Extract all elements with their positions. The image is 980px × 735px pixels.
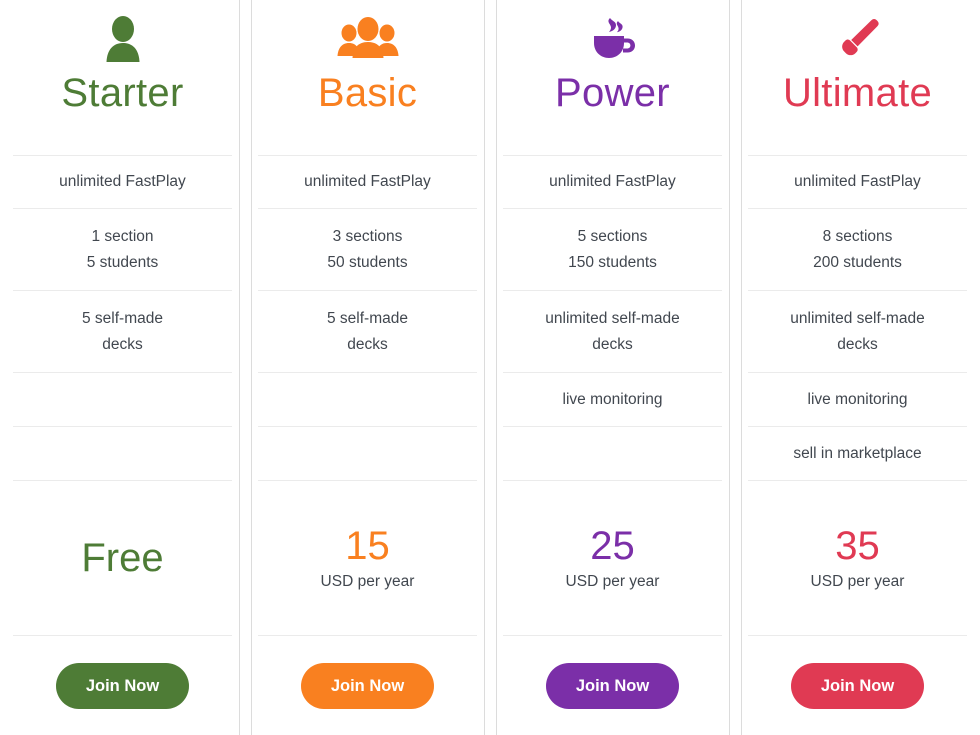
feature-cell: 3 sections 50 students: [258, 208, 477, 290]
feature-cell: unlimited self-made decks: [748, 290, 967, 372]
feature-cell: 5 self-made decks: [258, 290, 477, 372]
plan-name: Ultimate: [782, 71, 933, 115]
plan-column-starter: Starter unlimited FastPlay 1 section 5 s…: [0, 0, 245, 735]
feature-cell: unlimited FastPlay: [13, 155, 232, 208]
feature-cell: unlimited FastPlay: [258, 155, 477, 208]
feature-cell: 5 self-made decks: [13, 290, 232, 372]
feature-text: unlimited FastPlay: [794, 173, 921, 191]
feature-text: unlimited FastPlay: [304, 173, 431, 191]
feature-text: 5 self-made decks: [82, 310, 163, 353]
feature-text: unlimited self-made decks: [790, 310, 925, 353]
feature-text: 5 sections 150 students: [568, 228, 657, 271]
cta-cell: Join Now: [503, 635, 722, 735]
paint-brush-icon: [830, 11, 886, 69]
feature-cell: [503, 426, 722, 480]
feature-cell: [13, 372, 232, 426]
price-amount: 15: [345, 524, 390, 568]
coffee-cup-icon: [585, 11, 641, 69]
feature-text: 1 section 5 students: [86, 228, 159, 271]
price-cell: Free: [13, 480, 232, 635]
price-unit: USD per year: [320, 573, 415, 590]
plan-header: Ultimate: [748, 0, 967, 155]
group-users-icon: [336, 11, 400, 69]
price-unit: USD per year: [810, 573, 905, 590]
pricing-table: Starter unlimited FastPlay 1 section 5 s…: [0, 0, 980, 735]
feature-cell: [258, 372, 477, 426]
feature-cell: [258, 426, 477, 480]
feature-cell: live monitoring: [503, 372, 722, 426]
price-unit: USD per year: [565, 573, 660, 590]
feature-cell: unlimited self-made decks: [503, 290, 722, 372]
plan-column-ultimate: Ultimate unlimited FastPlay 8 sections 2…: [729, 0, 980, 735]
feature-text: live monitoring: [562, 390, 663, 408]
feature-cell: 1 section 5 students: [13, 208, 232, 290]
plan-header: Basic: [258, 0, 477, 155]
plan-column-basic: Basic unlimited FastPlay 3 sections 50 s…: [239, 0, 490, 735]
join-now-button[interactable]: Join Now: [55, 662, 190, 709]
feature-cell: 5 sections 150 students: [503, 208, 722, 290]
join-now-button[interactable]: Join Now: [545, 662, 680, 709]
join-now-button[interactable]: Join Now: [790, 662, 925, 709]
price-amount: 25: [590, 524, 635, 568]
price-cell: 15 USD per year: [258, 480, 477, 635]
price-amount: 35: [835, 524, 880, 568]
feature-text: 5 self-made decks: [327, 310, 408, 353]
feature-text: 3 sections 50 students: [327, 228, 408, 271]
feature-cell: 8 sections 200 students: [748, 208, 967, 290]
feature-text: unlimited FastPlay: [549, 173, 676, 191]
feature-cell: unlimited FastPlay: [503, 155, 722, 208]
cta-cell: Join Now: [258, 635, 477, 735]
price-cell: 35 USD per year: [748, 480, 967, 635]
single-user-icon: [97, 11, 149, 69]
price-amount: Free: [81, 536, 164, 580]
plan-name: Basic: [317, 71, 418, 115]
feature-text: 8 sections 200 students: [813, 228, 902, 271]
feature-text: live monitoring: [807, 390, 908, 408]
price-cell: 25 USD per year: [503, 480, 722, 635]
plan-header: Power: [503, 0, 722, 155]
plan-column-power: Power unlimited FastPlay 5 sections 150 …: [484, 0, 735, 735]
plan-name: Power: [555, 71, 670, 115]
feature-cell: [13, 426, 232, 480]
feature-text: sell in marketplace: [793, 444, 922, 462]
plan-header: Starter: [13, 0, 232, 155]
feature-cell: sell in marketplace: [748, 426, 967, 480]
join-now-button[interactable]: Join Now: [300, 662, 435, 709]
feature-cell: unlimited FastPlay: [748, 155, 967, 208]
cta-cell: Join Now: [13, 635, 232, 735]
cta-cell: Join Now: [748, 635, 967, 735]
feature-text: unlimited self-made decks: [545, 310, 680, 353]
feature-cell: live monitoring: [748, 372, 967, 426]
plan-name: Starter: [61, 71, 184, 115]
feature-text: unlimited FastPlay: [59, 173, 186, 191]
